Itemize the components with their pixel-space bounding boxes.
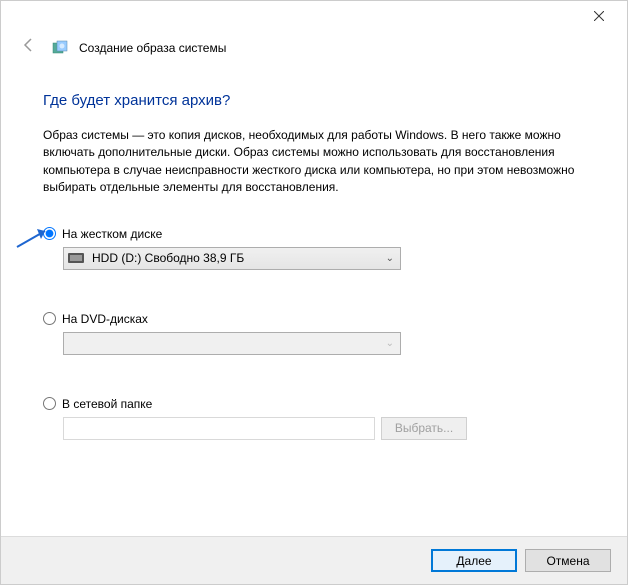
chevron-down-icon: ⌄ [386,253,394,264]
app-icon [51,39,69,57]
hdd-icon [68,253,84,263]
next-button[interactable]: Далее [431,549,517,572]
radio-network[interactable] [43,397,56,410]
radio-dvd[interactable] [43,312,56,325]
network-path-input [63,417,375,440]
radio-network-label: В сетевой папке [62,397,152,411]
radio-dvd-label: На DVD-дисках [62,312,148,326]
cancel-button[interactable]: Отмена [525,549,611,572]
page-description: Образ системы — это копия дисков, необхо… [43,127,585,197]
back-button[interactable] [17,35,41,60]
dvd-drive-select: ⌄ [63,332,401,355]
window-title: Создание образа системы [79,41,226,55]
radio-hdd-label: На жестком диске [62,227,162,241]
page-heading: Где будет хранится архив? [43,92,585,109]
radio-hdd[interactable] [43,227,56,240]
chevron-down-icon: ⌄ [386,338,394,349]
browse-button: Выбрать... [381,417,467,440]
close-button[interactable] [579,2,619,30]
hdd-selected-value: HDD (D:) Свободно 38,9 ГБ [92,251,244,265]
hdd-drive-select[interactable]: HDD (D:) Свободно 38,9 ГБ ⌄ [63,247,401,270]
